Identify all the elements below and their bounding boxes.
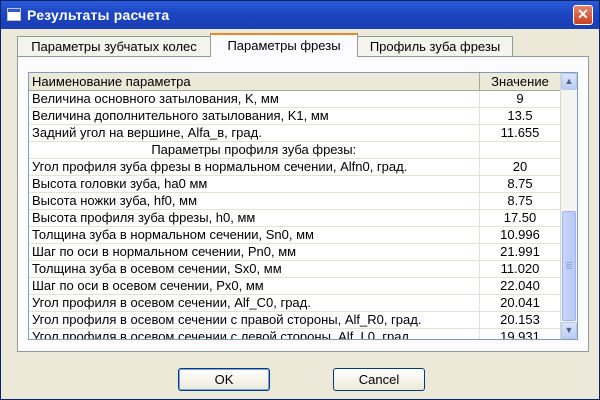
param-value: 11.020 xyxy=(479,260,562,278)
param-name: Величина дополнительного затылования, K1… xyxy=(29,107,480,125)
section-heading: Параметры профиля зуба фрезы: xyxy=(29,141,480,159)
param-name: Шаг по оси в осевом сечении, Px0, мм xyxy=(29,277,480,295)
param-value: 10.996 xyxy=(479,226,562,244)
param-value: 19.931 xyxy=(479,328,562,339)
table-row[interactable]: Угол профиля зуба фрезы в нормальном сеч… xyxy=(29,158,562,176)
window-app-icon xyxy=(7,8,21,21)
param-name: Величина основного затылования, K, мм xyxy=(29,90,480,108)
table-row[interactable]: Шаг по оси в нормальном сечении, Pn0, мм… xyxy=(29,243,562,261)
table-row[interactable]: Угол профиля в осевом сечении с правой с… xyxy=(29,311,562,329)
table-row[interactable]: Высота профиля зуба фрезы, h0, мм 17.50 xyxy=(29,209,562,227)
param-name: Высота головки зуба, ha0 мм xyxy=(29,175,480,193)
close-icon: ✕ xyxy=(577,6,589,22)
scroll-up-button[interactable]: ▲ xyxy=(561,73,577,90)
param-name: Толщина зуба в нормальном сечении, Sn0, … xyxy=(29,226,480,244)
param-value: 21.991 xyxy=(479,243,562,261)
tab-tooth-profile[interactable]: Профиль зуба фрезы xyxy=(357,36,513,56)
param-name: Угол профиля в осевом сечении, Alf_C0, г… xyxy=(29,294,480,312)
param-value: 13.5 xyxy=(479,107,562,125)
column-header-name[interactable]: Наименование параметра xyxy=(29,73,480,91)
param-name: Угол профиля зуба фрезы в нормальном сеч… xyxy=(29,158,480,176)
param-name: Угол профиля в осевом сечении с правой с… xyxy=(29,311,480,329)
param-name: Толщина зуба в осевом сечении, Sx0, мм xyxy=(29,260,480,278)
table-row[interactable]: Параметры профиля зуба фрезы: xyxy=(29,141,562,159)
table-row[interactable]: Угол профиля в осевом сечении с левой ст… xyxy=(29,328,562,339)
grip-icon xyxy=(566,262,572,263)
title-bar[interactable]: Результаты расчета ✕ xyxy=(1,1,599,29)
param-value xyxy=(479,141,562,159)
param-name: Шаг по оси в нормальном сечении, Pn0, мм xyxy=(29,243,480,261)
param-value: 20.041 xyxy=(479,294,562,312)
table-row[interactable]: Высота ножки зуба, hf0, мм 8.75 xyxy=(29,192,562,210)
table-row[interactable]: Высота головки зуба, ha0 мм 8.75 xyxy=(29,175,562,193)
param-value: 17.50 xyxy=(479,209,562,227)
scroll-thumb[interactable] xyxy=(562,211,576,321)
close-button[interactable]: ✕ xyxy=(573,5,593,25)
tab-panel: Наименование параметра Значение Величина… xyxy=(17,56,589,352)
tab-cutter-parameters[interactable]: Параметры фрезы xyxy=(210,33,358,57)
param-value: 20.153 xyxy=(479,311,562,329)
param-value: 8.75 xyxy=(479,175,562,193)
table-row[interactable]: Толщина зуба в осевом сечении, Sx0, мм 11… xyxy=(29,260,562,278)
param-value: 8.75 xyxy=(479,192,562,210)
arrow-up-icon: ▲ xyxy=(564,76,574,86)
table-row[interactable]: Величина дополнительного затылования, K1… xyxy=(29,107,562,125)
table-row[interactable]: Шаг по оси в осевом сечении, Px0, мм 22.0… xyxy=(29,277,562,295)
param-value: 20 xyxy=(479,158,562,176)
param-name: Высота профиля зуба фрезы, h0, мм xyxy=(29,209,480,227)
window-title: Результаты расчета xyxy=(27,7,170,23)
table-row[interactable]: Величина основного затылования, K, мм 9 xyxy=(29,90,562,108)
column-header-value[interactable]: Значение xyxy=(479,73,562,91)
param-value: 9 xyxy=(479,90,562,108)
param-value: 11.655 xyxy=(479,124,562,142)
arrow-down-icon: ▼ xyxy=(564,325,574,335)
results-dialog: Результаты расчета ✕ Параметры зубчатых … xyxy=(0,0,600,400)
param-name: Угол профиля в осевом сечении с левой ст… xyxy=(29,328,480,339)
ok-button[interactable]: OK xyxy=(178,368,270,391)
table-row[interactable]: Угол профиля в осевом сечении, Alf_C0, г… xyxy=(29,294,562,312)
cancel-button[interactable]: Cancel xyxy=(333,368,425,391)
results-table: Наименование параметра Значение Величина… xyxy=(29,73,562,339)
param-name: Высота ножки зуба, hf0, мм xyxy=(29,192,480,210)
scroll-down-button[interactable]: ▼ xyxy=(561,322,577,339)
param-name: Задний угол на вершине, Alfa_в, град. xyxy=(29,124,480,142)
table-header-row: Наименование параметра Значение xyxy=(29,73,562,91)
results-grid[interactable]: Наименование параметра Значение Величина… xyxy=(28,72,578,340)
vertical-scrollbar[interactable]: ▲ ▼ xyxy=(560,73,577,339)
table-row[interactable]: Толщина зуба в нормальном сечении, Sn0, … xyxy=(29,226,562,244)
table-row[interactable]: Задний угол на вершине, Alfa_в, град. 11.… xyxy=(29,124,562,142)
param-value: 22.040 xyxy=(479,277,562,295)
tab-gear-parameters[interactable]: Параметры зубчатых колес xyxy=(17,36,211,56)
